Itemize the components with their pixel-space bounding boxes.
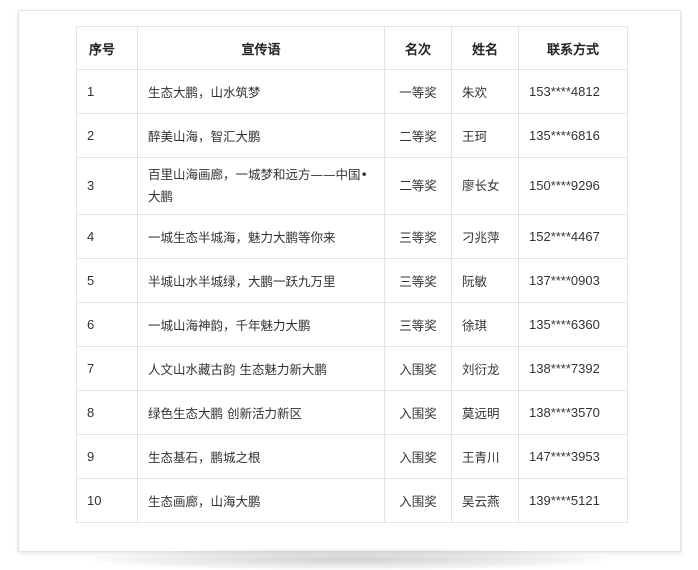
cell-contact: 147****3953 (518, 434, 628, 479)
cell-name: 王珂 (451, 113, 519, 158)
cell-slogan: 生态基石，鹏城之根 (137, 434, 385, 479)
cell-rank: 入围奖 (384, 434, 452, 479)
cell-contact: 137****0903 (518, 258, 628, 303)
cell-rank: 入围奖 (384, 346, 452, 391)
table-row: 7 人文山水藏古韵 生态魅力新大鹏 入围奖 刘衍龙 138****7392 (76, 346, 628, 391)
cell-rank: 三等奖 (384, 258, 452, 303)
cell-contact: 138****7392 (518, 346, 628, 391)
cell-name: 徐琪 (451, 302, 519, 347)
table-row: 9 生态基石，鹏城之根 入围奖 王青川 147****3953 (76, 434, 628, 479)
header-slogan: 宣传语 (137, 26, 385, 70)
cell-contact: 135****6360 (518, 302, 628, 347)
cell-no: 7 (76, 346, 138, 391)
winners-table: 序号 宣传语 名次 姓名 联系方式 1 生态大鹏，山水筑梦 一等奖 朱欢 153… (76, 26, 628, 523)
cell-rank: 一等奖 (384, 69, 452, 114)
cell-no: 8 (76, 390, 138, 435)
cell-slogan: 人文山水藏古韵 生态魅力新大鹏 (137, 346, 385, 391)
card-shadow (90, 548, 610, 570)
cell-slogan: 一城山海神韵，千年魅力大鹏 (137, 302, 385, 347)
cell-contact: 135****6816 (518, 113, 628, 158)
table-row: 4 一城生态半城海，魅力大鹏等你来 三等奖 刁兆萍 152****4467 (76, 214, 628, 259)
cell-contact: 153****4812 (518, 69, 628, 114)
cell-no: 2 (76, 113, 138, 158)
cell-name: 吴云燕 (451, 478, 519, 523)
cell-slogan: 生态大鹏，山水筑梦 (137, 69, 385, 114)
cell-name: 廖长女 (451, 157, 519, 215)
header-name: 姓名 (451, 26, 519, 70)
cell-no: 3 (76, 157, 138, 215)
table-row: 3 百里山海画廊，一城梦和远方——中国•大鹏 二等奖 廖长女 150****92… (76, 157, 628, 215)
cell-contact: 138****3570 (518, 390, 628, 435)
table-row: 2 醉美山海，智汇大鹏 二等奖 王珂 135****6816 (76, 113, 628, 158)
cell-slogan: 百里山海画廊，一城梦和远方——中国•大鹏 (137, 157, 385, 215)
table-row: 8 绿色生态大鹏 创新活力新区 入围奖 莫远明 138****3570 (76, 390, 628, 435)
cell-no: 6 (76, 302, 138, 347)
cell-no: 10 (76, 478, 138, 523)
cell-name: 莫远明 (451, 390, 519, 435)
cell-slogan: 一城生态半城海，魅力大鹏等你来 (137, 214, 385, 259)
header-rank: 名次 (384, 26, 452, 70)
table-row: 1 生态大鹏，山水筑梦 一等奖 朱欢 153****4812 (76, 69, 628, 114)
cell-rank: 三等奖 (384, 302, 452, 347)
cell-name: 朱欢 (451, 69, 519, 114)
table-row: 5 半城山水半城绿，大鹏一跃九万里 三等奖 阮敏 137****0903 (76, 258, 628, 303)
cell-name: 刘衍龙 (451, 346, 519, 391)
cell-slogan: 醉美山海，智汇大鹏 (137, 113, 385, 158)
cell-no: 9 (76, 434, 138, 479)
cell-rank: 二等奖 (384, 113, 452, 158)
cell-rank: 二等奖 (384, 157, 452, 215)
cell-rank: 入围奖 (384, 478, 452, 523)
table-row: 10 生态画廊，山海大鹏 入围奖 吴云燕 139****5121 (76, 478, 628, 523)
table-header-row: 序号 宣传语 名次 姓名 联系方式 (76, 26, 628, 70)
cell-contact: 139****5121 (518, 478, 628, 523)
cell-name: 刁兆萍 (451, 214, 519, 259)
header-no: 序号 (76, 26, 138, 70)
cell-slogan: 半城山水半城绿，大鹏一跃九万里 (137, 258, 385, 303)
cell-no: 4 (76, 214, 138, 259)
cell-contact: 150****9296 (518, 157, 628, 215)
cell-name: 王青川 (451, 434, 519, 479)
cell-rank: 入围奖 (384, 390, 452, 435)
cell-no: 1 (76, 69, 138, 114)
cell-name: 阮敏 (451, 258, 519, 303)
cell-rank: 三等奖 (384, 214, 452, 259)
cell-no: 5 (76, 258, 138, 303)
table-row: 6 一城山海神韵，千年魅力大鹏 三等奖 徐琪 135****6360 (76, 302, 628, 347)
cell-contact: 152****4467 (518, 214, 628, 259)
cell-slogan: 绿色生态大鹏 创新活力新区 (137, 390, 385, 435)
cell-slogan: 生态画廊，山海大鹏 (137, 478, 385, 523)
header-contact: 联系方式 (518, 26, 628, 70)
